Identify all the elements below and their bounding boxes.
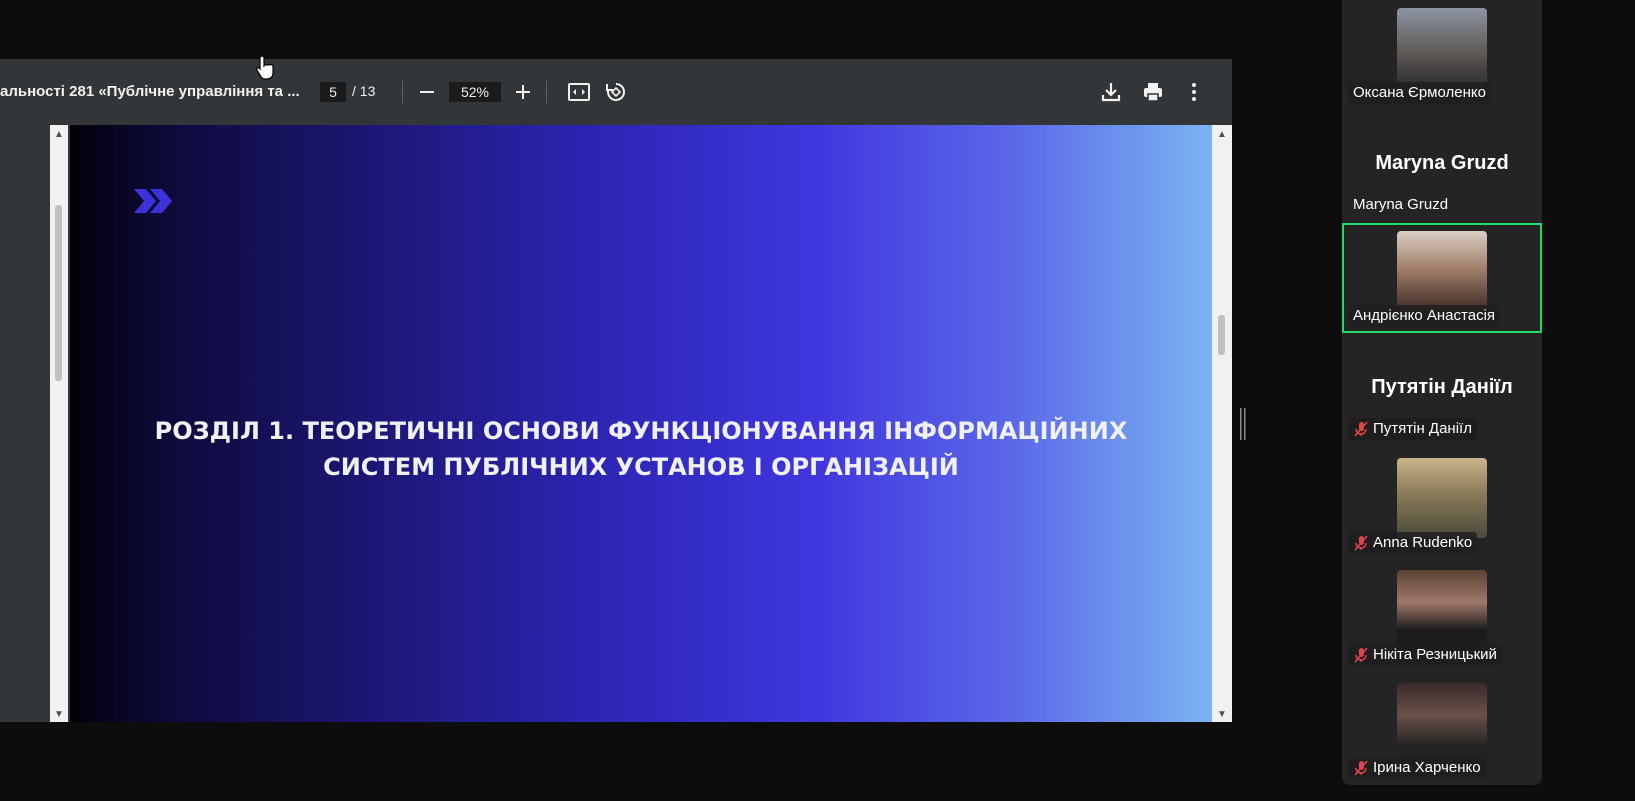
participant-name-label: Оксана Єрмоленко [1348,82,1491,104]
sidebar-scrollbar[interactable]: ▲ ▼ [50,125,68,722]
participant-video [1397,458,1487,538]
participant-name-label: Андрієнко Анастасія [1348,305,1501,327]
participant-display-name: Путятін Даніїл [1371,376,1513,398]
print-button[interactable] [1141,80,1165,104]
participant-name: Ірина Харченко [1373,759,1481,776]
zoom-level-input[interactable]: 52% [449,82,501,102]
minus-icon [420,91,434,93]
rotate-icon [606,83,625,101]
participant-display-name: Maryna Gruzd [1375,152,1509,174]
participant-name-label: Ірина Харченко [1348,757,1486,779]
participant-tile[interactable]: Оксана Єрмоленко [1342,0,1542,110]
download-button[interactable] [1099,80,1123,104]
mic-muted-icon [1354,760,1368,776]
participant-video [1397,231,1487,311]
toolbar-divider [546,81,547,103]
participant-video [1397,683,1487,763]
hand-cursor-icon [256,55,274,80]
participant-video [1397,570,1487,650]
participant-tile[interactable]: Anna Rudenko [1342,450,1542,560]
participant-name: Anna Rudenko [1373,534,1473,551]
fit-to-page-button[interactable] [567,80,591,104]
participant-name-label: Anna Rudenko [1348,532,1478,554]
thumbnail-sidebar [0,125,50,722]
mic-muted-icon [1354,535,1368,551]
more-vert-icon [1192,83,1196,101]
participant-name-label: Нікіта Резницький [1348,644,1502,666]
participant-name: Maryna Gruzd [1353,196,1449,213]
mic-muted-icon [1354,647,1368,663]
scroll-up-icon[interactable]: ▲ [1217,129,1227,140]
zoom-out-button[interactable] [415,80,439,104]
mic-muted-icon [1354,421,1368,437]
rotate-button[interactable] [604,80,628,104]
pdf-page-slide: РОЗДІЛ 1. ТЕОРЕТИЧНІ ОСНОВИ ФУНКЦІОНУВАН… [70,125,1212,722]
pdf-viewer-window: альності 281 «Публічне управління та ...… [0,59,1232,722]
pdf-toolbar: альності 281 «Публічне управління та ...… [0,59,1232,125]
participant-tile[interactable]: Ірина Харченко [1342,675,1542,785]
slide-heading-line2: СИСТЕМ ПУБЛІЧНИХ УСТАНОВ І ОРГАНІЗАЦІЙ [323,453,959,481]
toolbar-divider [402,81,403,103]
scrollbar-thumb[interactable] [55,205,62,381]
participant-video [1397,8,1487,88]
participant-name-label: Maryna Gruzd [1348,194,1453,216]
zoom-in-button[interactable] [511,80,535,104]
scroll-down-icon[interactable]: ▼ [1217,709,1227,720]
participant-name: Оксана Єрмоленко [1353,84,1486,101]
participant-name: Путятін Даніїл [1373,420,1472,437]
slide-heading: РОЗДІЛ 1. ТЕОРЕТИЧНІ ОСНОВИ ФУНКЦІОНУВАН… [70,413,1212,485]
participant-name: Андрієнко Анастасія [1353,307,1496,324]
participant-name: Нікіта Резницький [1373,646,1497,663]
download-icon [1101,83,1121,102]
scrollbar-thumb[interactable] [1218,315,1225,355]
scroll-down-icon[interactable]: ▼ [54,709,64,720]
slide-heading-line1: РОЗДІЛ 1. ТЕОРЕТИЧНІ ОСНОВИ ФУНКЦІОНУВАН… [154,417,1128,445]
plus-icon [516,85,530,99]
document-scrollbar[interactable]: ▲ ▼ [1212,125,1232,722]
participant-name-label: Путятін Даніїл [1348,418,1477,440]
page-number-input[interactable]: 5 [320,82,346,102]
participant-tile[interactable]: Нікіта Резницький [1342,562,1542,672]
scroll-up-icon[interactable]: ▲ [54,129,64,140]
print-icon [1144,83,1162,102]
double-chevron-icon [134,189,172,213]
participants-panel: Оксана Єрмоленко Maryna Gruzd Maryna Gru… [1342,0,1542,785]
participant-tile[interactable]: Путятін Даніїл Путятін Даніїл [1342,336,1542,446]
document-title: альності 281 «Публічне управління та ... [0,83,300,100]
more-options-button[interactable] [1182,80,1206,104]
participant-tile-active-speaker[interactable]: Андрієнко Анастасія [1342,223,1542,333]
participant-tile[interactable]: Maryna Gruzd Maryna Gruzd [1342,112,1542,222]
page-total: / 13 [352,83,376,99]
panel-resize-handle[interactable] [1240,408,1246,440]
fit-page-icon [568,83,590,101]
